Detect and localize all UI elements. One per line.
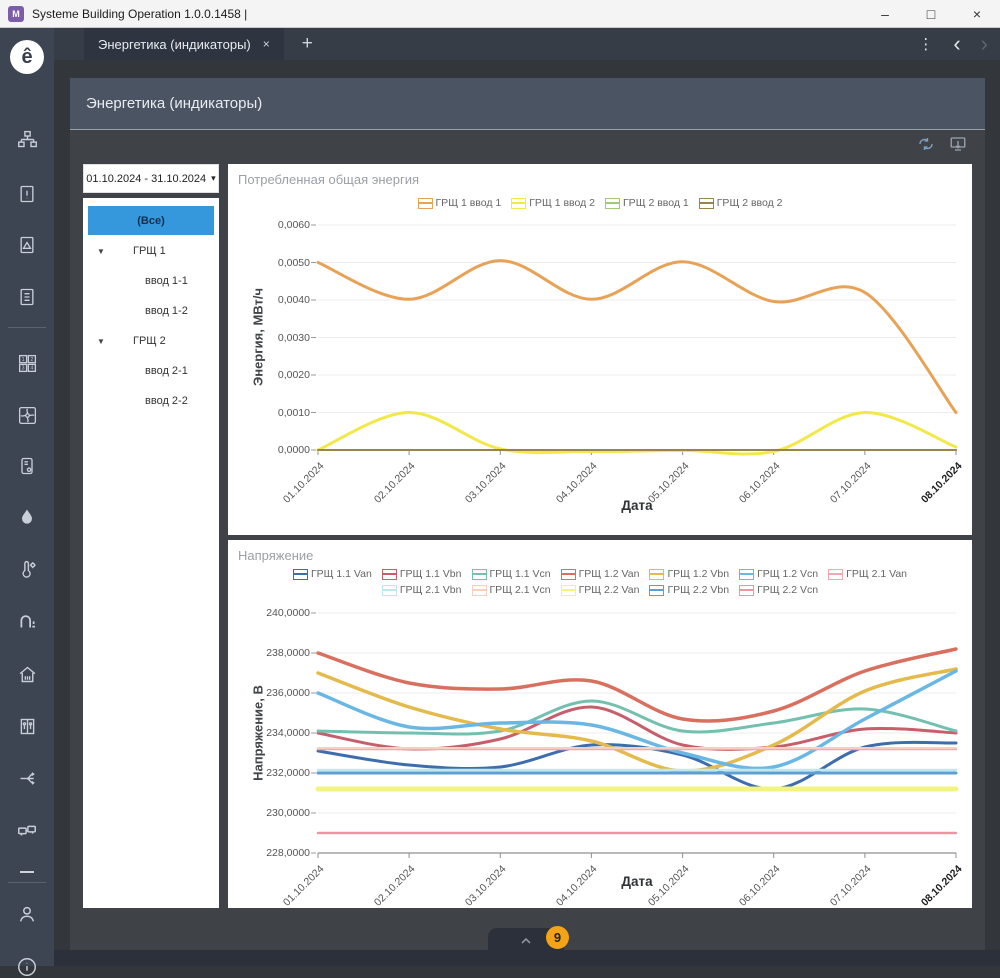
tab-close-icon[interactable]: × xyxy=(263,37,270,51)
tab-content: Энергетика (индикаторы) 01.10.2024 - 31.… xyxy=(70,78,985,950)
home-icon[interactable] xyxy=(0,664,54,685)
expand-caret-icon[interactable]: ▼ xyxy=(97,337,105,346)
document-warning-icon[interactable] xyxy=(0,184,54,204)
controller-icon[interactable] xyxy=(0,456,54,476)
date-range-select[interactable]: 01.10.2024 - 31.10.2024 ▾ xyxy=(83,164,219,193)
expand-caret-icon[interactable]: ▼ xyxy=(97,247,105,256)
date-range-value: 01.10.2024 - 31.10.2024 xyxy=(86,172,207,185)
window-title: Systeme Building Operation 1.0.0.1458 | xyxy=(32,6,248,21)
y-tick-label: 234,0000 xyxy=(266,727,310,739)
values-grid-icon[interactable]: 1234 xyxy=(0,353,54,374)
send-to-screen-icon[interactable] xyxy=(949,136,967,152)
tree-item-grshch2[interactable]: ▼ ГРЩ 2 xyxy=(83,326,219,356)
chart-card-1: Напряжение ГРЩ 1.1 Van ГРЩ 1.1 Vbn ГРЩ 1.1… xyxy=(228,540,972,909)
y-tick-label: 0,0040 xyxy=(277,294,310,306)
tree-item-all[interactable]: (Все) xyxy=(88,206,214,235)
collapse-dash-icon[interactable] xyxy=(20,871,34,873)
kebab-menu-icon[interactable]: ⋮ xyxy=(918,35,933,53)
alarm-count-badge[interactable]: 9 xyxy=(546,926,569,949)
connector-icon[interactable] xyxy=(0,819,54,841)
tab-bar: Энергетика (индикаторы) × + ⋮ ‹ › xyxy=(54,28,1000,60)
tab-energy-indicators[interactable]: Энергетика (индикаторы) × xyxy=(84,28,284,60)
y-tick-label: 240,0000 xyxy=(266,607,310,619)
forward-icon: › xyxy=(980,31,988,56)
y-tick-label: 236,0000 xyxy=(266,687,310,699)
svg-text:2: 2 xyxy=(30,357,33,363)
schneider-logo-icon[interactable]: ê xyxy=(0,40,54,74)
distribution-icon[interactable] xyxy=(0,768,54,789)
chevron-down-icon: ▾ xyxy=(211,173,216,183)
y-tick-label: 0,0000 xyxy=(277,444,310,456)
app-icon: M xyxy=(8,5,24,22)
y-tick-label: 230,0000 xyxy=(266,807,310,819)
y-tick-label: 238,0000 xyxy=(266,647,310,659)
minimize-button[interactable]: – xyxy=(862,0,908,27)
add-tab-button[interactable]: + xyxy=(302,33,313,55)
y-tick-label: 0,0020 xyxy=(277,369,310,381)
nav-sidebar: ê 1234 xyxy=(0,28,54,976)
y-tick-label: 228,0000 xyxy=(266,847,310,859)
tree-item-vvod-1-1[interactable]: ввод 1-1 xyxy=(83,266,219,296)
chevron-up-icon xyxy=(521,937,531,944)
close-button[interactable]: × xyxy=(954,0,1000,27)
pipes-icon[interactable] xyxy=(0,610,54,631)
tree-item-vvod-2-1[interactable]: ввод 2-1 xyxy=(83,356,219,386)
y-tick-label: 0,0050 xyxy=(277,256,310,269)
elevator-icon[interactable] xyxy=(0,716,54,737)
info-icon[interactable] xyxy=(0,956,54,978)
fan-icon[interactable] xyxy=(0,405,54,426)
back-icon[interactable]: ‹ xyxy=(953,33,960,55)
water-drop-icon[interactable] xyxy=(0,507,54,527)
svg-text:3: 3 xyxy=(21,366,24,372)
system-tree-icon[interactable] xyxy=(0,129,54,150)
device-tree: (Все) ▼ ГРЩ 1 ввод 1-1 ввод 1-2 ▼ ГРЩ 2 … xyxy=(83,198,219,908)
y-tick-label: 0,0060 xyxy=(277,219,310,231)
chart-plot xyxy=(311,612,959,858)
y-tick-label: 0,0030 xyxy=(277,331,310,344)
page-header: Энергетика (индикаторы) xyxy=(70,78,985,130)
svg-text:1: 1 xyxy=(21,357,24,363)
window-titlebar: M Systeme Building Operation 1.0.0.1458 … xyxy=(0,0,1000,28)
document-alarm-icon[interactable] xyxy=(0,235,54,255)
y-tick-label: 232,0000 xyxy=(266,767,310,779)
tab-label: Энергетика (индикаторы) xyxy=(98,36,251,52)
document-report-icon[interactable] xyxy=(0,287,54,307)
temperature-icon[interactable] xyxy=(0,559,54,580)
chart-card-0: Потребленная общая энергия ГРЩ 1 ввод 1Г… xyxy=(228,164,972,535)
tree-item-vvod-2-2[interactable]: ввод 2-2 xyxy=(83,386,219,416)
tree-item-grshch1[interactable]: ▼ ГРЩ 1 xyxy=(83,236,219,266)
tree-item-vvod-1-2[interactable]: ввод 1-2 xyxy=(83,296,219,326)
svg-text:4: 4 xyxy=(30,366,33,372)
y-tick-label: 0,0010 xyxy=(277,406,310,419)
user-icon[interactable] xyxy=(0,903,54,925)
refresh-icon[interactable] xyxy=(917,136,935,152)
maximize-button[interactable]: □ xyxy=(908,0,954,27)
page-title: Энергетика (индикаторы) xyxy=(86,95,263,112)
